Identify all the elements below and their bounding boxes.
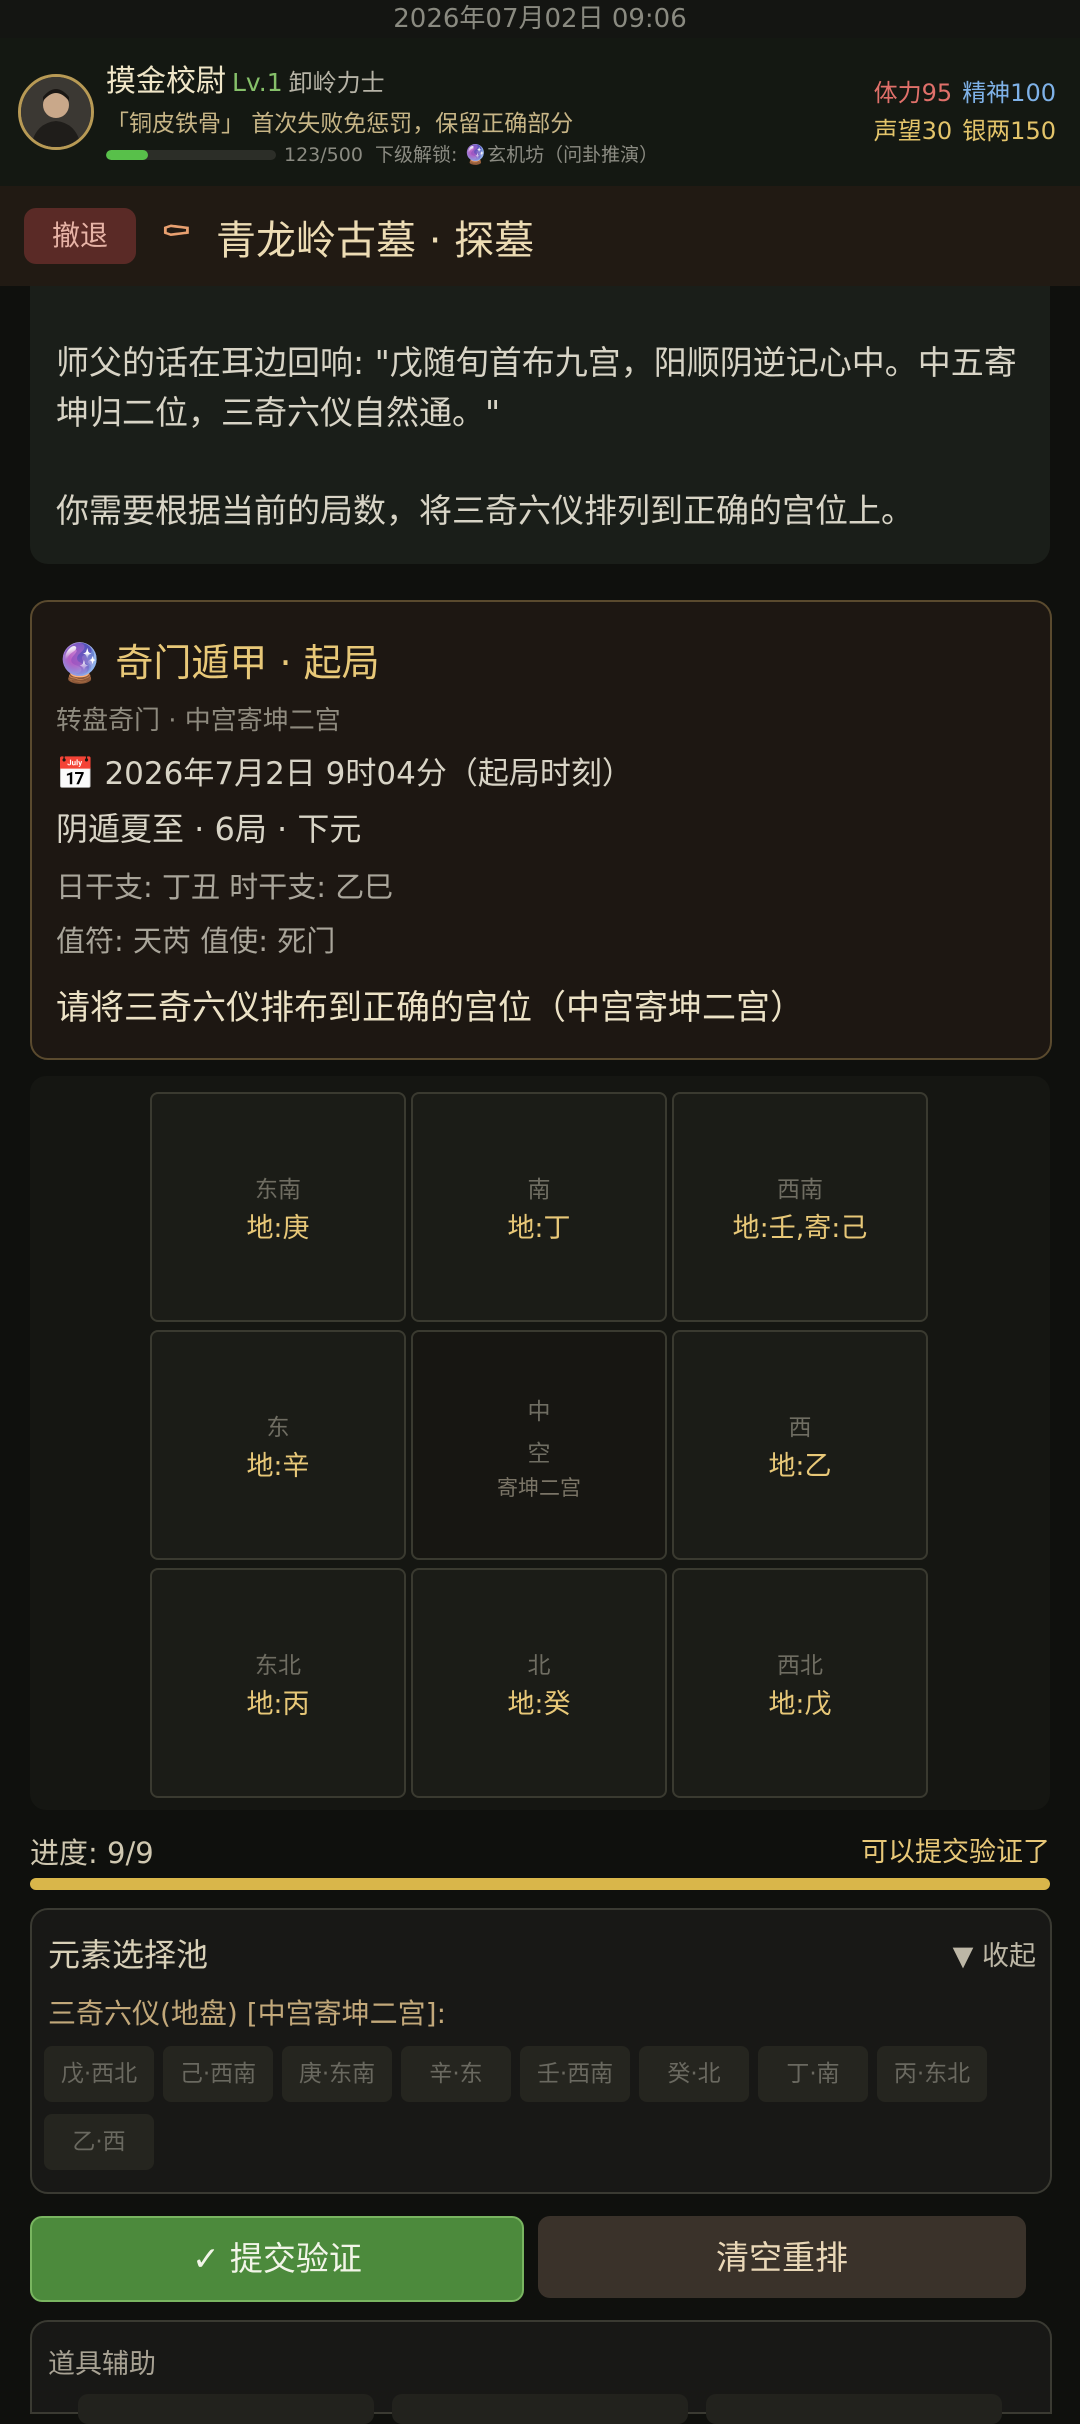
item-slot[interactable]: [706, 2394, 1002, 2424]
pool-subtitle: 三奇六仪(地盘) [中宫寄坤二宫]:: [48, 1997, 447, 2030]
pool-chip[interactable]: 丁·南: [758, 2046, 868, 2102]
question-card: 🔮 奇门遁甲 · 起局 转盘奇门 · 中宫寄坤二宫 📅 2026年7月2日 9时…: [30, 600, 1052, 1060]
palace-lodge-label: 寄坤二宫: [497, 1476, 581, 1500]
element-pool: 元素选择池 ▼ 收起 三奇六仪(地盘) [中宫寄坤二宫]: 戊·西北 己·西南 …: [30, 1908, 1052, 2194]
palace-direction: 东北: [255, 1653, 301, 1679]
check-icon: ✓: [192, 2239, 220, 2278]
avatar[interactable]: [18, 74, 94, 150]
pool-chip[interactable]: 辛·东: [401, 2046, 511, 2102]
question-zhifu: 值符: 天芮 值使: 死门: [56, 924, 336, 958]
player-header: 摸金校尉 Lv.1 卸岭力士 「铜皮铁骨」 首次失败免惩罚，保留正确部分 123/5…: [0, 38, 1080, 187]
xp-info: 123/500 下级解锁: 🔮玄机坊（问卦推演）: [284, 140, 658, 167]
retreat-button[interactable]: 撤退: [24, 208, 136, 264]
stat-spirit: 精神100: [962, 79, 1056, 107]
palace-value: 地:丙: [246, 1689, 310, 1720]
question-time: 📅 2026年7月2日 9时04分（起局时刻）: [56, 756, 633, 792]
palace-direction: 东: [266, 1415, 290, 1441]
item-slot[interactable]: [78, 2394, 374, 2424]
palace-direction: 东南: [255, 1177, 301, 1203]
palace-west[interactable]: 西 地:乙: [672, 1330, 928, 1560]
palace-value: 地:癸: [507, 1689, 571, 1720]
pool-chip[interactable]: 丙·东北: [877, 2046, 987, 2102]
palace-value: 地:丁: [507, 1213, 571, 1244]
player-stats: 体力95 精神100 声望30 银两150: [874, 74, 1056, 150]
progress-bar: [30, 1878, 1050, 1890]
palace-value: 地:乙: [768, 1451, 832, 1482]
pool-chip[interactable]: 乙·西: [44, 2114, 154, 2170]
palace-east[interactable]: 东 地:辛: [150, 1330, 406, 1560]
xp-bar-fill: [106, 150, 148, 160]
clear-button[interactable]: 清空重排: [538, 2216, 1026, 2298]
pool-chip[interactable]: 己·西南: [163, 2046, 273, 2102]
palace-value: 地:辛: [246, 1451, 310, 1482]
coffin-icon: ⚰: [160, 210, 193, 254]
progress-hint: 可以提交验证了: [861, 1837, 1050, 1868]
palace-direction: 北: [527, 1653, 551, 1679]
question-ganzhi: 日干支: 丁丑 时干支: 乙巳: [56, 870, 394, 904]
unlock-text: 下级解锁: 🔮玄机坊（问卦推演）: [375, 144, 659, 166]
question-subtitle: 转盘奇门 · 中宫寄坤二宫: [56, 706, 341, 736]
palace-value: 地:庚: [246, 1213, 310, 1244]
palace-southeast[interactable]: 东南 地:庚: [150, 1092, 406, 1322]
xp-bar: [106, 150, 276, 160]
pool-title: 元素选择池: [48, 1936, 209, 1974]
pool-chip[interactable]: 戊·西北: [44, 2046, 154, 2102]
stat-silver: 银两150: [962, 117, 1056, 145]
palace-direction: 西北: [777, 1653, 823, 1679]
player-name-line: 摸金校尉 Lv.1 卸岭力士: [106, 56, 385, 100]
player-name: 摸金校尉: [106, 64, 226, 99]
palace-northwest[interactable]: 西北 地:戊: [672, 1568, 928, 1798]
pool-collapse-toggle[interactable]: ▼ 收起: [953, 1934, 1036, 1973]
palace-value: 地:戊: [768, 1689, 832, 1720]
progress-label: 进度: 9/9: [30, 1836, 154, 1870]
progress-bar-fill: [30, 1878, 1050, 1890]
item-slot[interactable]: [392, 2394, 688, 2424]
page-title-bar: 撤退 ⚰ 青龙岭古墓 · 探墓: [0, 186, 1080, 286]
player-class: 卸岭力士: [288, 69, 385, 97]
question-ask: 请将三奇六仪排布到正确的宫位（中宫寄坤二宫）: [56, 988, 804, 1028]
palace-southwest[interactable]: 西南 地:壬,寄:己: [672, 1092, 928, 1322]
items-title: 道具辅助: [48, 2349, 156, 2380]
player-buff: 「铜皮铁骨」 首次失败免惩罚，保留正确部分: [106, 111, 574, 137]
palace-south[interactable]: 南 地:丁: [411, 1092, 667, 1322]
palace-direction: 南: [527, 1177, 551, 1203]
palace-center: 中 空 寄坤二宫: [411, 1330, 667, 1560]
palace-value: 地:壬,寄:己: [732, 1213, 868, 1244]
submit-label: 提交验证: [229, 2239, 362, 2278]
stat-stamina: 体力95: [873, 79, 953, 107]
palace-direction: 西: [788, 1415, 812, 1441]
question-ju: 阴遁夏至 · 6局 · 下元: [56, 810, 362, 848]
palace-direction: 中: [527, 1399, 551, 1425]
player-level: Lv.1: [232, 68, 283, 97]
palace-north[interactable]: 北 地:癸: [411, 1568, 667, 1798]
narration-line1: 师父的话在耳边回响: "戊随旬首布九宫，阳顺阴逆记心中。中五寄坤归二位，三奇六仪…: [56, 343, 1017, 432]
palace-empty-label: 空: [527, 1441, 551, 1467]
pool-chip[interactable]: 癸·北: [639, 2046, 749, 2102]
xp-text: 123/500: [284, 144, 363, 166]
page-title: 青龙岭古墓 · 探墓: [216, 218, 535, 264]
pool-chip[interactable]: 庚·东南: [282, 2046, 392, 2102]
nine-palace-board: 东南 地:庚 南 地:丁 西南 地:壬,寄:己 东 地:辛 中 空 寄坤二宫 西…: [30, 1076, 1050, 1810]
palace-direction: 西南: [777, 1177, 823, 1203]
narration-line2: 你需要根据当前的局数，将三奇六仪排列到正确的宫位上。: [56, 491, 914, 530]
question-title: 🔮 奇门遁甲 · 起局: [56, 641, 380, 685]
pool-chip[interactable]: 壬·西南: [520, 2046, 630, 2102]
stat-fame: 声望30: [873, 117, 953, 145]
status-bar-datetime: 2026年07月02日 09:06: [0, 0, 1080, 38]
narration-card: 师父的话在耳边回响: "戊随旬首布九宫，阳顺阴逆记心中。中五寄坤归二位，三奇六仪…: [30, 286, 1050, 564]
palace-northeast[interactable]: 东北 地:丙: [150, 1568, 406, 1798]
submit-button[interactable]: ✓ 提交验证: [30, 2216, 524, 2302]
